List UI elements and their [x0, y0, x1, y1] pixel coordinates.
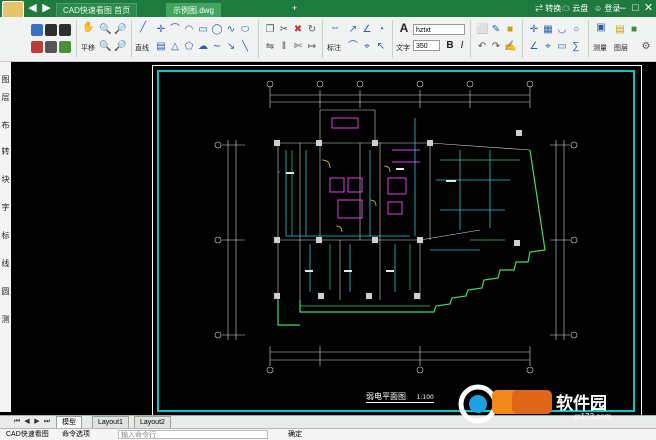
tab-layout2[interactable]: Layout2 — [134, 416, 171, 428]
outline — [214, 80, 578, 374]
next-layout-icon[interactable]: ▶ — [33, 417, 41, 426]
tab-model[interactable]: 模型 — [56, 416, 82, 428]
wiring — [278, 118, 510, 292]
prev-layout-icon[interactable]: ◀ — [23, 417, 31, 426]
watermark-logo: 软件园 cr173.com — [456, 382, 652, 426]
wiring-green — [291, 150, 520, 307]
floor-plan-drawing[interactable] — [0, 0, 656, 439]
tab-layout1[interactable]: Layout1 — [92, 416, 129, 428]
command-options[interactable]: 命令选项 — [62, 429, 90, 440]
app-name: CAD快速看图 — [6, 431, 49, 438]
command-bar: CAD快速看图 命令选项 输入命令行 确定 — [0, 428, 656, 440]
last-layout-icon[interactable]: ⏭ — [43, 417, 51, 426]
first-layout-icon[interactable]: ⏮ — [13, 417, 21, 426]
watermark-graphic — [458, 384, 552, 424]
drawing-title: 弱电平面图 1:100 — [366, 392, 434, 403]
watermark-site: cr173.com — [574, 412, 612, 421]
watermark-brand: 软件园 — [556, 394, 607, 414]
command-input[interactable]: 输入命令行 — [118, 430, 268, 439]
confirm-button[interactable]: 确定 — [288, 429, 302, 440]
room-labels — [286, 168, 456, 272]
